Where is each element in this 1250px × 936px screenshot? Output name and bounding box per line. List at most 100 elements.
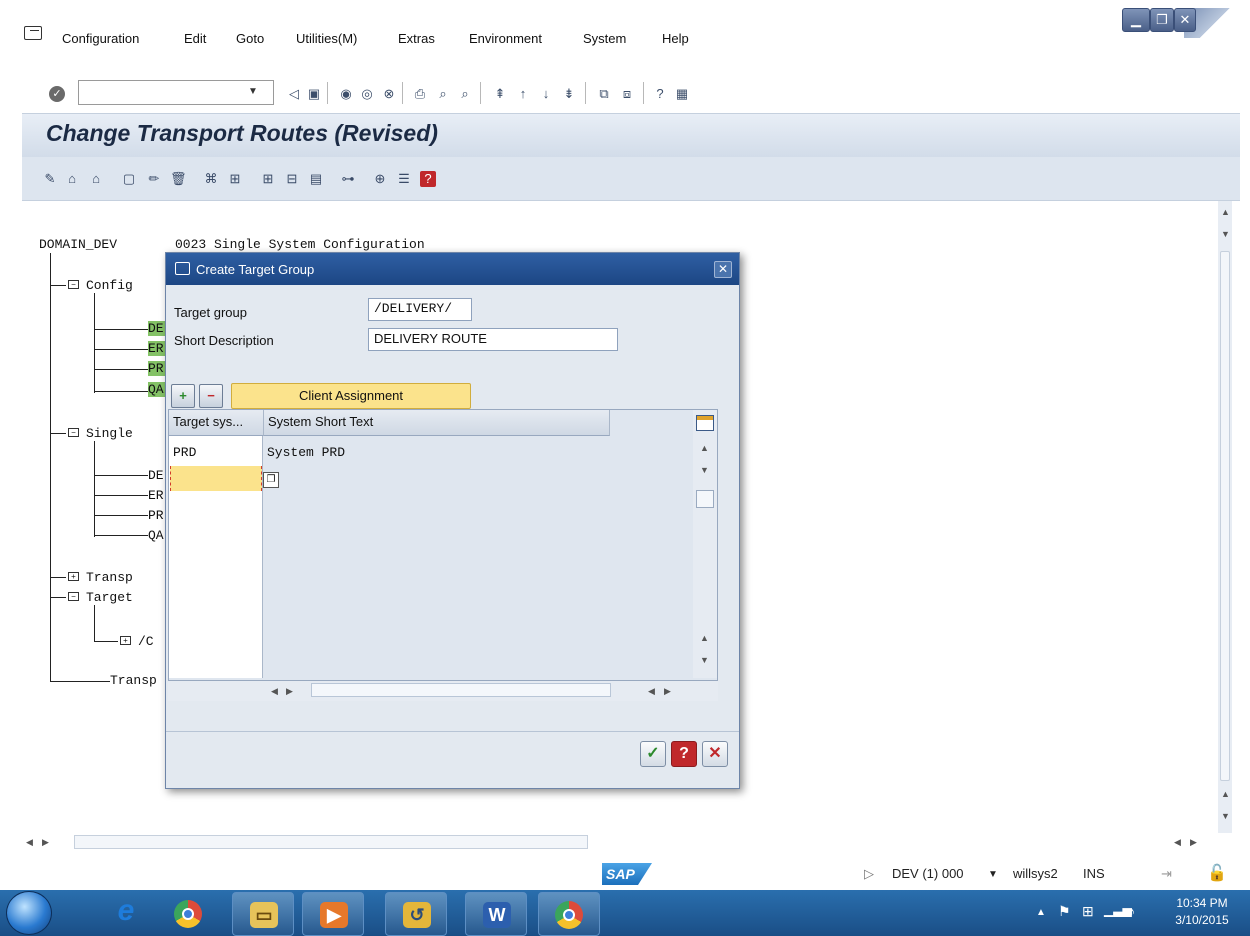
target-system-input[interactable] (170, 466, 262, 491)
transport-icon[interactable]: ⊕ (372, 171, 388, 187)
last-page-icon[interactable]: ⇟ (560, 85, 578, 103)
menu-item-edit[interactable]: Edit (184, 31, 206, 46)
client-assignment-button[interactable]: Client Assignment (231, 383, 471, 409)
status-toggle-icon[interactable]: ▷ (864, 866, 874, 882)
taskbar-explorer-button[interactable]: ▭ (232, 892, 294, 936)
collapse-icon[interactable]: ⊞ (227, 171, 243, 187)
scroll-down-icon[interactable]: ▼ (700, 465, 709, 475)
previous-page-icon[interactable]: ↑ (514, 85, 532, 103)
tree-node-target-group[interactable]: /C (138, 634, 154, 649)
chevron-down-icon[interactable]: ▼ (248, 86, 258, 97)
value-help-icon[interactable]: ❐ (263, 472, 279, 488)
tree-node-system[interactable]: DE (148, 321, 166, 336)
cancel-icon[interactable]: ⊗ (380, 85, 398, 103)
scroll-left-icon[interactable]: ◀ (1174, 837, 1181, 848)
first-page-icon[interactable]: ⇞ (491, 85, 509, 103)
tree-node-system[interactable]: DE (148, 468, 164, 483)
action-center-icon[interactable]: ⚑ (1058, 903, 1071, 920)
edit-icon[interactable]: ✏ (146, 171, 162, 187)
menu-item-goto[interactable]: Goto (236, 31, 264, 46)
scroll-up-icon[interactable]: ▲ (700, 633, 709, 643)
find-next-icon[interactable]: ⌕ (456, 85, 474, 103)
folder-closed-icon[interactable]: + (68, 572, 79, 581)
scroll-down-icon[interactable]: ▼ (1221, 229, 1230, 239)
layout-icon[interactable]: ▤ (308, 171, 324, 187)
tree-node-system[interactable]: PR (148, 361, 166, 376)
taskbar-sap-button[interactable]: ↺ (385, 892, 447, 936)
close-icon[interactable]: ✕ (714, 261, 732, 278)
short-description-field[interactable]: DELIVERY ROUTE (368, 328, 618, 351)
scroll-right-icon[interactable]: ▶ (1190, 837, 1197, 848)
grid-scroll-thumb[interactable] (696, 490, 714, 508)
tree-node-target[interactable]: Target (86, 590, 133, 605)
status-mode[interactable]: INS (1083, 866, 1105, 881)
delete-icon[interactable]: 🗑 (170, 171, 187, 187)
delete-row-button[interactable]: − (199, 384, 223, 408)
tree-node-configuration[interactable]: Config (86, 278, 133, 293)
tree-node-system[interactable]: QA (148, 528, 164, 543)
volume-icon[interactable]: ♪ (1128, 903, 1135, 919)
customize-layout-icon[interactable]: ▦ (673, 85, 691, 103)
vertical-scrollbar[interactable]: ▲ ▼ ▲ ▼ (1218, 201, 1232, 833)
scroll-up-icon[interactable]: ▲ (1221, 207, 1230, 217)
scroll-up-icon[interactable]: ▲ (1221, 789, 1230, 799)
start-button[interactable] (6, 891, 52, 935)
enter-icon[interactable]: ✓ (49, 86, 65, 102)
menu-item-environment[interactable]: Environment (469, 31, 542, 46)
column-header-target-sys[interactable]: Target sys... (169, 410, 264, 436)
command-field[interactable] (78, 80, 274, 105)
lock-icon[interactable]: 🔓 (1207, 863, 1227, 883)
close-window-icon[interactable]: ✕ (1174, 8, 1196, 32)
status-session[interactable]: DEV (1) 000 (892, 866, 964, 881)
find-icon[interactable]: ⌕ (434, 85, 452, 103)
folder-closed-icon[interactable]: + (120, 636, 131, 645)
taskbar-chrome-button[interactable] (538, 892, 600, 936)
tree-node-system[interactable]: QA (148, 382, 166, 397)
menu-item-system[interactable]: System (583, 31, 626, 46)
hierarchy-icon[interactable]: ⊶ (340, 171, 356, 187)
create-icon[interactable]: ▢ (121, 171, 137, 187)
scroll-left-icon[interactable]: ◀ (26, 837, 33, 848)
tree-node-system[interactable]: ER (148, 488, 164, 503)
folder-open-icon[interactable]: − (68, 280, 79, 289)
scroll-right-icon[interactable]: ▶ (286, 686, 293, 697)
scroll-down-icon[interactable]: ▼ (700, 655, 709, 665)
internet-explorer-icon[interactable]: e (96, 894, 156, 934)
network-icon[interactable]: ⊞ (1082, 903, 1094, 920)
scroll-right-icon[interactable]: ▶ (664, 686, 671, 697)
shortcut-icon[interactable]: ⧈ (618, 85, 636, 103)
layout-icon[interactable]: ⇥ (1161, 866, 1172, 882)
back-icon[interactable]: ◉ (337, 85, 355, 103)
grid-vertical-scrollbar[interactable]: ▲ ▼ ▲ ▼ (693, 410, 717, 678)
target-group-field[interactable]: /DELIVERY/ (368, 298, 472, 321)
display-change-icon[interactable]: ✎ (42, 171, 58, 187)
scroll-left-icon[interactable]: ◀ (648, 686, 655, 697)
next-page-icon[interactable]: ↓ (537, 85, 555, 103)
distribute-icon[interactable]: ⌂ (64, 171, 80, 187)
grid-cell-target-sys[interactable]: PRD (173, 445, 196, 460)
tree-node-system[interactable]: PR (148, 508, 164, 523)
menu-item-extras[interactable]: Extras (398, 31, 435, 46)
save-icon[interactable]: ▣ (305, 85, 323, 103)
cancel-button[interactable]: ✕ (702, 741, 728, 767)
menu-item-utilities[interactable]: Utilities(M) (296, 31, 357, 46)
tree-domain[interactable]: DOMAIN_DEV (39, 237, 117, 252)
scroll-right-icon[interactable]: ▶ (42, 837, 49, 848)
exit-icon[interactable]: ◎ (358, 85, 376, 103)
folder-open-icon[interactable]: − (68, 428, 79, 437)
sap-app-icon[interactable] (24, 26, 42, 40)
collapse-subtree-icon[interactable]: ⊟ (284, 171, 300, 187)
taskbar-media-button[interactable]: ▶ (302, 892, 364, 936)
clock[interactable]: 10:34 PM 3/10/2015 (1158, 895, 1246, 929)
scroll-up-icon[interactable]: ▲ (700, 443, 709, 453)
back-arrow-icon[interactable]: ◁ (285, 85, 303, 103)
tree-node-transport[interactable]: Transp (86, 570, 133, 585)
grid-horizontal-scrollbar[interactable]: ◀ ▶ ◀ ▶ (168, 681, 718, 701)
new-session-icon[interactable]: ⧉ (595, 85, 613, 103)
confirm-button[interactable]: ✓ (640, 741, 666, 767)
activate-icon[interactable]: ⌂ (88, 171, 104, 187)
scroll-down-icon[interactable]: ▼ (1221, 811, 1230, 821)
tree-node-single[interactable]: Single (86, 426, 133, 441)
info-icon[interactable]: ? (420, 171, 436, 187)
chrome-icon[interactable] (160, 894, 220, 934)
